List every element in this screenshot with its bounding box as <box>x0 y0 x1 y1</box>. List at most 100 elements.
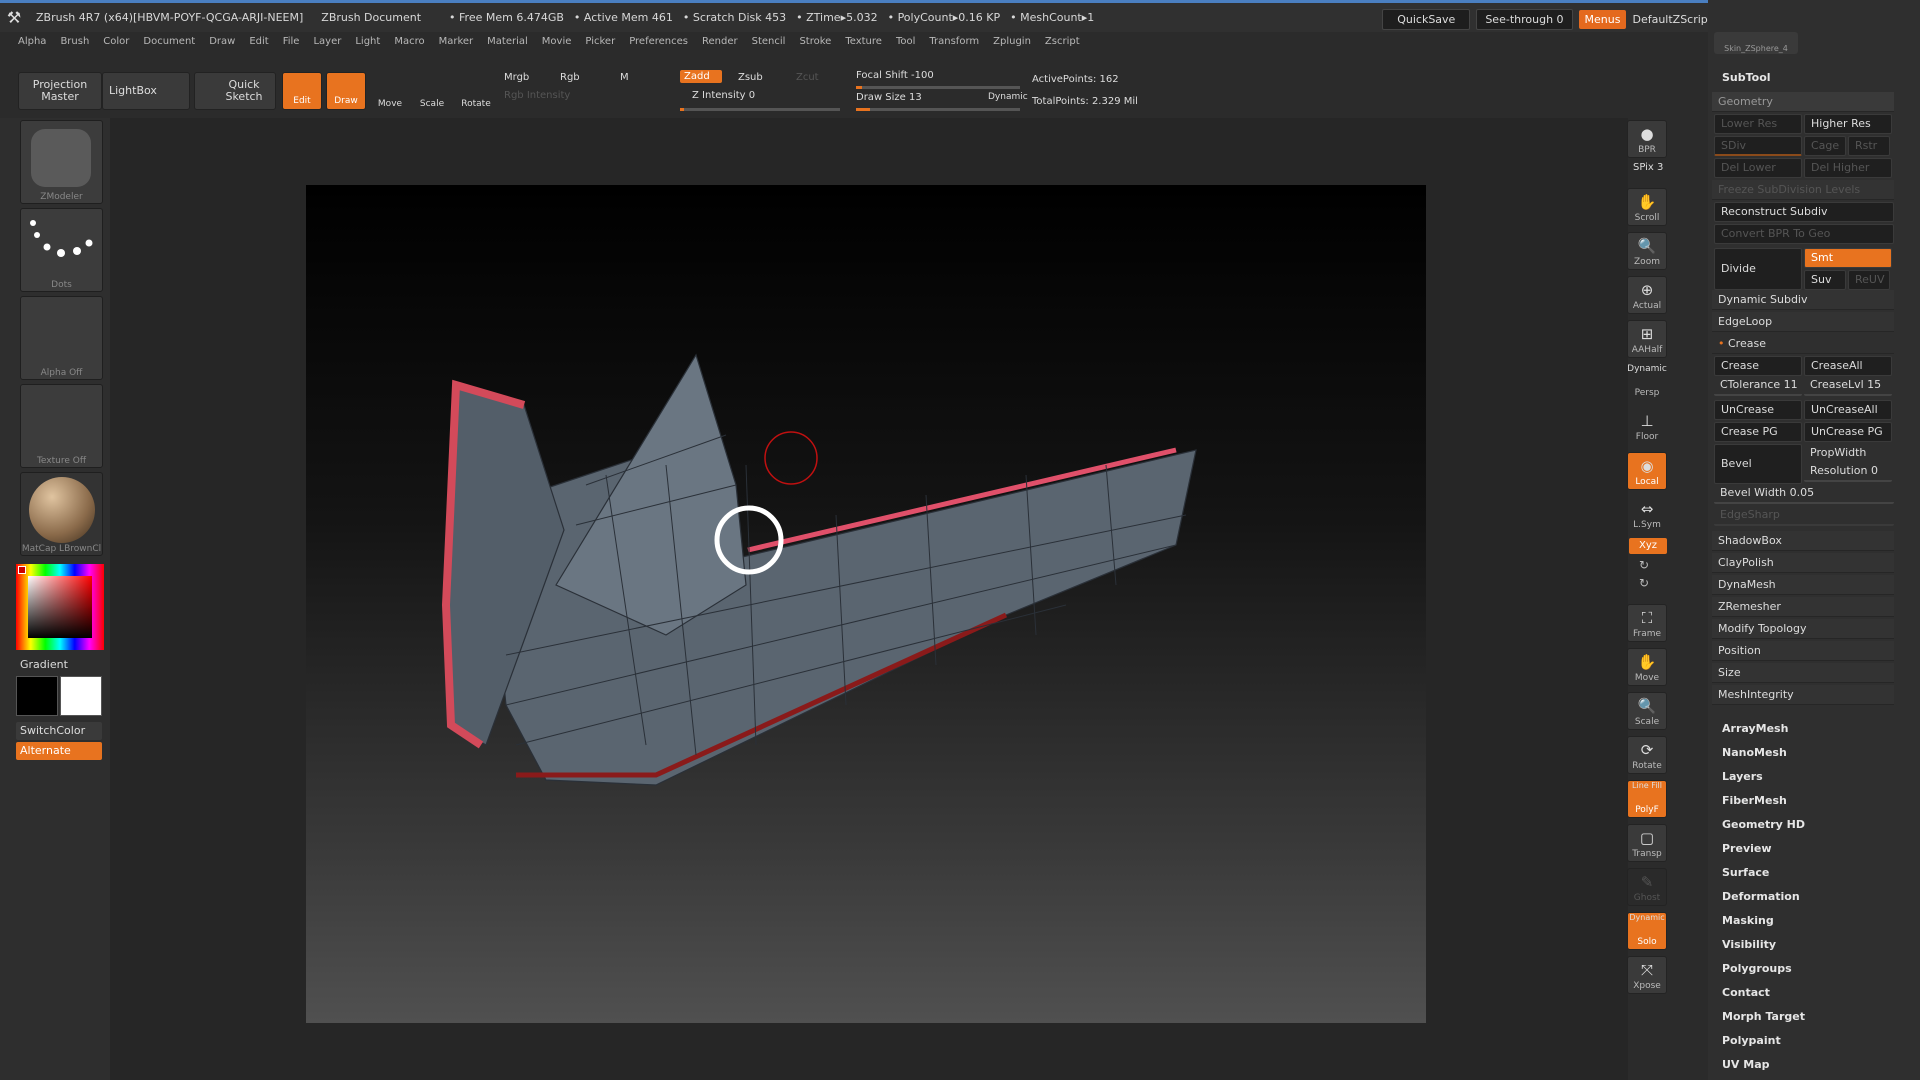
sdiv-slider[interactable]: SDiv <box>1714 136 1802 156</box>
bevel-button[interactable]: Bevel <box>1714 444 1802 484</box>
menu-stroke[interactable]: Stroke <box>799 36 831 47</box>
menu-alpha[interactable]: Alpha <box>18 36 46 47</box>
crease-button[interactable]: Crease <box>1714 356 1802 376</box>
submenu-layers[interactable]: Layers <box>1722 770 1763 783</box>
quick-sketch-button[interactable]: Quick Sketch <box>194 72 276 110</box>
z-intensity-slider[interactable]: Z Intensity 0 <box>692 90 755 101</box>
menu-preferences[interactable]: Preferences <box>629 36 688 47</box>
dynamic-subdiv-section[interactable]: Dynamic Subdiv <box>1712 290 1894 310</box>
cage-button[interactable]: Cage <box>1804 136 1846 156</box>
suv-toggle[interactable]: Suv <box>1804 270 1846 290</box>
zadd-toggle[interactable]: Zadd <box>680 70 722 83</box>
primary-color-swatch[interactable] <box>18 566 26 574</box>
solo-button[interactable]: Dynamic Solo <box>1627 912 1667 950</box>
aahalf-button[interactable]: ⊞ AAHalf <box>1627 320 1667 358</box>
document-viewport[interactable] <box>306 185 1426 1023</box>
rotate-z-icon[interactable]: ↻ <box>1639 576 1649 590</box>
rgb-intensity-slider[interactable]: Rgb Intensity <box>504 90 570 101</box>
dock-scale-button[interactable]: 🔍 Scale <box>1627 692 1667 730</box>
zcut-toggle[interactable]: Zcut <box>796 72 819 83</box>
menu-transform[interactable]: Transform <box>929 36 979 47</box>
submenu-polypaint[interactable]: Polypaint <box>1722 1034 1781 1047</box>
quicksave-button[interactable]: QuickSave <box>1382 8 1471 30</box>
draw-size-track[interactable] <box>856 108 1020 111</box>
spix-slider[interactable]: SPix 3 <box>1633 162 1663 173</box>
convert-bpr-button[interactable]: Convert BPR To Geo <box>1714 224 1894 244</box>
focal-shift-slider[interactable]: Focal Shift -100 <box>856 70 934 81</box>
actual-button[interactable]: ⊕ Actual <box>1627 276 1667 314</box>
modify-topology-section[interactable]: Modify Topology <box>1712 619 1894 639</box>
mrgb-toggle[interactable]: Mrgb <box>504 72 529 83</box>
del-lower-button[interactable]: Del Lower <box>1714 158 1802 178</box>
dynamic-toggle[interactable]: Dynamic <box>988 92 1028 102</box>
main-color-swatch[interactable] <box>16 676 58 716</box>
lsym-button[interactable]: ⇔ L.Sym <box>1627 496 1667 534</box>
edit-mode-button[interactable]: Edit <box>282 72 322 110</box>
crease-all-button[interactable]: CreaseAll <box>1804 356 1892 376</box>
submenu-arraymesh[interactable]: ArrayMesh <box>1722 722 1788 735</box>
scroll-button[interactable]: ✋ Scroll <box>1627 188 1667 226</box>
rgb-toggle[interactable]: Rgb <box>560 72 580 83</box>
menu-picker[interactable]: Picker <box>585 36 615 47</box>
crease-section-header[interactable]: • Crease <box>1712 334 1894 354</box>
xyz-button[interactable]: Xyz <box>1629 538 1667 554</box>
submenu-polygroups[interactable]: Polygroups <box>1722 962 1792 975</box>
menu-render[interactable]: Render <box>702 36 738 47</box>
rotate-y-icon[interactable]: ↻ <box>1639 558 1649 572</box>
dock-move-button[interactable]: ✋ Move <box>1627 648 1667 686</box>
menu-stencil[interactable]: Stencil <box>752 36 786 47</box>
edgesharp-slider[interactable]: EdgeSharp <box>1714 506 1894 526</box>
move-mode-button[interactable]: Move <box>370 72 410 110</box>
freeze-subdivision-button[interactable]: Freeze SubDivision Levels <box>1712 180 1894 200</box>
subtool-menu[interactable]: SubTool <box>1722 71 1771 84</box>
draw-mode-button[interactable]: Draw <box>326 72 366 110</box>
bevel-width-slider[interactable]: Bevel Width 0.05 <box>1714 484 1894 504</box>
menu-tool[interactable]: Tool <box>896 36 915 47</box>
menu-macro[interactable]: Macro <box>394 36 424 47</box>
material-thumbnail[interactable]: MatCap LBrownCl <box>20 472 103 556</box>
uncrease-button[interactable]: UnCrease <box>1714 400 1802 420</box>
submenu-fibermesh[interactable]: FiberMesh <box>1722 794 1787 807</box>
scale-mode-button[interactable]: Scale <box>412 72 452 110</box>
m-toggle[interactable]: M <box>620 72 629 83</box>
uncrease-pg-button[interactable]: UnCrease PG <box>1804 422 1892 442</box>
meshintegrity-section[interactable]: MeshIntegrity <box>1712 685 1894 705</box>
submenu-preview[interactable]: Preview <box>1722 842 1772 855</box>
polyf-button[interactable]: Line Fill PolyF <box>1627 780 1667 818</box>
local-button[interactable]: ◉ Local <box>1627 452 1667 490</box>
saturation-box[interactable] <box>28 576 92 638</box>
default-zscript-button[interactable]: DefaultZScript <box>1632 13 1712 26</box>
draw-size-slider[interactable]: Draw Size 13 <box>856 92 922 103</box>
menu-edit[interactable]: Edit <box>249 36 268 47</box>
zbrush-logo-icon[interactable]: ⚒ <box>2 6 26 30</box>
skin-zsphere-thumbnail[interactable]: Skin_ZSphere_4 <box>1714 32 1798 54</box>
menu-color[interactable]: Color <box>103 36 129 47</box>
submenu-uv-map[interactable]: UV Map <box>1722 1058 1770 1071</box>
resolution-slider[interactable]: Resolution 0 <box>1804 462 1892 482</box>
higher-res-button[interactable]: Higher Res <box>1804 114 1892 134</box>
submenu-morph-target[interactable]: Morph Target <box>1722 1010 1805 1023</box>
bpr-button[interactable]: ● BPR <box>1627 120 1667 158</box>
propwidth-toggle[interactable]: PropWidth <box>1804 444 1892 464</box>
alpha-thumbnail[interactable]: Alpha Off <box>20 296 103 380</box>
reconstruct-subdiv-button[interactable]: Reconstruct Subdiv <box>1714 202 1894 222</box>
smt-toggle[interactable]: Smt <box>1804 248 1892 268</box>
secondary-color-swatch[interactable] <box>60 676 102 716</box>
transp-button[interactable]: ▢ Transp <box>1627 824 1667 862</box>
z-intensity-track[interactable] <box>680 108 840 111</box>
stroke-thumbnail[interactable]: Dots <box>20 208 103 292</box>
menu-marker[interactable]: Marker <box>439 36 474 47</box>
frame-button[interactable]: ⛶ Frame <box>1627 604 1667 642</box>
dynamesh-section[interactable]: DynaMesh <box>1712 575 1894 595</box>
edgeloop-section[interactable]: EdgeLoop <box>1712 312 1894 332</box>
menu-material[interactable]: Material <box>487 36 528 47</box>
gradient-label[interactable]: Gradient <box>20 658 68 671</box>
shadowbox-section[interactable]: ShadowBox <box>1712 531 1894 551</box>
lower-res-button[interactable]: Lower Res <box>1714 114 1802 134</box>
alternate-button[interactable]: Alternate <box>16 742 102 760</box>
reuv-toggle[interactable]: ReUV <box>1848 270 1890 290</box>
submenu-surface[interactable]: Surface <box>1722 866 1769 879</box>
see-through-slider[interactable]: See-through 0 <box>1476 8 1573 30</box>
menu-zplugin[interactable]: Zplugin <box>993 36 1031 47</box>
menu-texture[interactable]: Texture <box>845 36 882 47</box>
